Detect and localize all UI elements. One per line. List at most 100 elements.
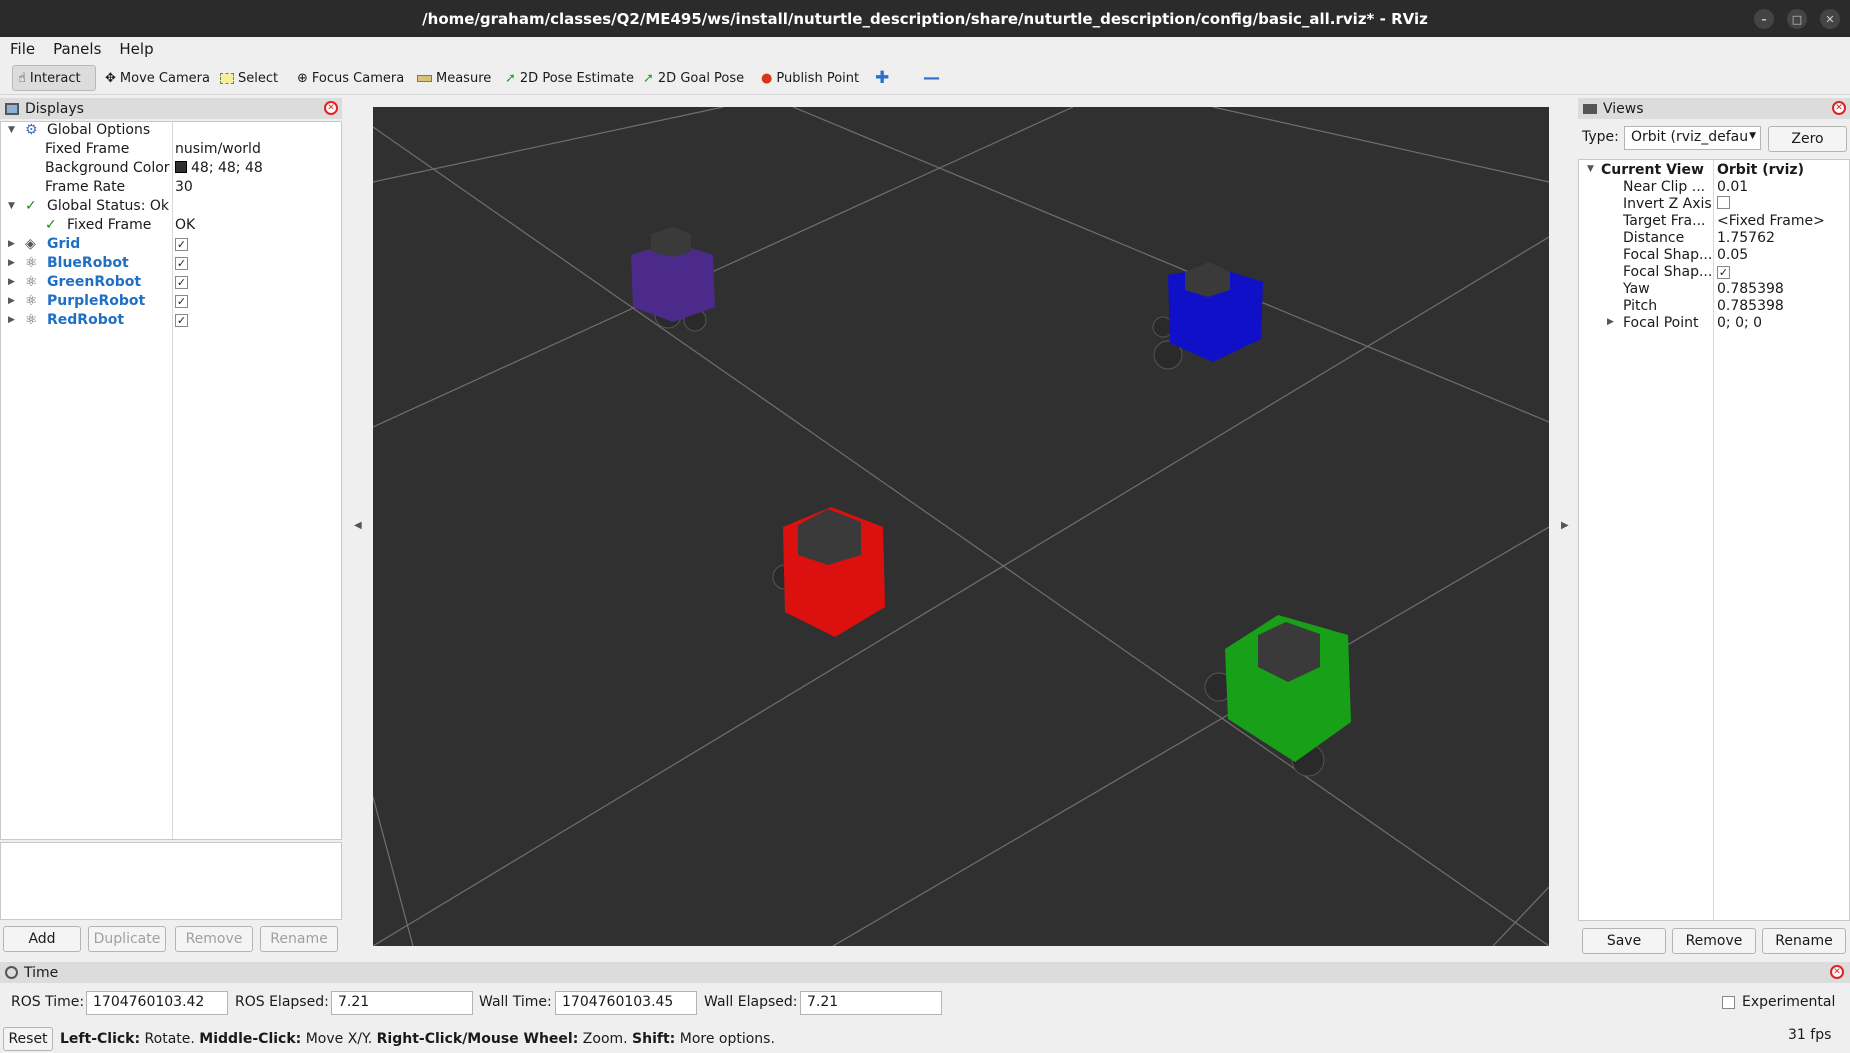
expand-right-icon[interactable]: ▶ [1607,317,1614,327]
hint-middle-click: Middle-Click: [199,1031,302,1047]
expand-down-icon[interactable]: ▼ [8,125,15,135]
move-camera-tool-button[interactable]: ✥ Move Camera [100,65,215,91]
view-prop-row[interactable]: Focal Shap... ✓ [1579,264,1849,281]
display-enabled-checkbox[interactable]: ✓ [175,274,188,290]
tree-row-global-status[interactable]: ▼ ✓ Global Status: Ok [1,198,341,217]
view-prop-value[interactable]: 0; 0; 0 [1717,315,1762,331]
expand-right-icon[interactable]: ▶ [8,315,15,325]
experimental-checkbox[interactable] [1722,996,1735,1013]
collapse-left-icon[interactable]: ◀ [354,520,362,531]
views-header: Views [1578,98,1850,119]
wall-time-field[interactable]: 1704760103.45 [555,991,697,1015]
current-view-label: Current View [1601,162,1704,178]
ros-time-field[interactable]: 1704760103.42 [86,991,228,1015]
ruler-icon [417,74,432,82]
tree-row-background-color[interactable]: Background Color 48; 48; 48 [1,160,341,179]
background-color-value[interactable]: 48; 48; 48 [175,160,263,176]
3d-viewport[interactable] [372,106,1550,947]
expand-down-icon[interactable]: ▼ [8,201,15,211]
close-window-icon[interactable]: ✕ [1820,9,1840,29]
tree-row-global-options[interactable]: ▼ ⚙ Global Options [1,122,341,141]
expand-right-icon[interactable]: ▶ [8,258,15,268]
reset-button[interactable]: Reset [3,1027,53,1051]
view-prop-label: Focal Point [1623,315,1699,331]
expand-right-icon[interactable]: ▶ [8,277,15,287]
frame-rate-value[interactable]: 30 [175,179,193,195]
maximize-icon[interactable]: □ [1787,9,1807,29]
fixed-frame-value[interactable]: nusim/world [175,141,261,157]
add-display-button[interactable]: Add [3,926,81,952]
expand-down-icon[interactable]: ▼ [1587,164,1594,174]
ros-elapsed-field[interactable]: 7.21 [331,991,473,1015]
grid-lines [372,106,1550,947]
view-prop-row[interactable]: Near Clip ... 0.01 [1579,179,1849,196]
goal-pose-tool-button[interactable]: ➚ 2D Goal Pose [638,65,749,91]
ros-elapsed-label: ROS Elapsed: [235,994,329,1010]
add-tool-icon[interactable]: ✚ [870,65,894,91]
display-enabled-checkbox[interactable]: ✓ [175,236,188,252]
view-prop-row[interactable]: Invert Z Axis [1579,196,1849,213]
clock-icon [5,966,18,979]
rename-view-button[interactable]: Rename [1762,928,1846,954]
display-item-redrobot[interactable]: ▶ ⚛ RedRobot ✓ [1,312,341,331]
view-prop-row[interactable]: Target Fra... <Fixed Frame> [1579,213,1849,230]
view-prop-value[interactable]: 0.01 [1717,179,1748,195]
view-prop-row[interactable]: ▶ Focal Point 0; 0; 0 [1579,315,1849,332]
collapse-right-icon[interactable]: ▶ [1561,520,1569,531]
display-item-grid[interactable]: ▶ ◈ Grid ✓ [1,236,341,255]
select-tool-button[interactable]: Select [215,65,283,91]
view-prop-value[interactable]: 0.785398 [1717,281,1784,297]
pose-estimate-tool-button[interactable]: ➚ 2D Pose Estimate [500,65,639,91]
view-prop-row[interactable]: Pitch 0.785398 [1579,298,1849,315]
invert-z-checkbox[interactable] [1717,196,1730,213]
display-item-bluerobot[interactable]: ▶ ⚛ BlueRobot ✓ [1,255,341,274]
menu-panels[interactable]: Panels [53,40,101,58]
display-enabled-checkbox[interactable]: ✓ [175,312,188,328]
view-type-label: Type: [1582,129,1619,145]
save-view-button[interactable]: Save [1582,928,1666,954]
view-prop-row[interactable]: Yaw 0.785398 [1579,281,1849,298]
view-prop-value[interactable]: 0.05 [1717,247,1748,263]
close-displays-icon[interactable]: ✕ [324,101,338,115]
display-item-label: PurpleRobot [47,293,146,309]
close-views-icon[interactable]: ✕ [1832,101,1846,115]
interact-tool-button[interactable]: ☝ Interact [12,65,96,91]
focal-shape-checkbox[interactable]: ✓ [1717,264,1730,280]
duplicate-display-button[interactable]: Duplicate [88,926,166,952]
ros-time-label: ROS Time: [11,994,85,1010]
current-view-row[interactable]: ▼ Current View Orbit (rviz) [1579,162,1849,179]
display-item-purplerobot[interactable]: ▶ ⚛ PurpleRobot ✓ [1,293,341,312]
display-enabled-checkbox[interactable]: ✓ [175,293,188,309]
menu-help[interactable]: Help [119,40,153,58]
checkmark-icon: ✓ [1717,266,1730,279]
close-time-icon[interactable]: ✕ [1830,965,1844,979]
view-prop-value[interactable]: <Fixed Frame> [1717,213,1825,229]
checkmark-icon: ✓ [175,314,188,327]
measure-tool-button[interactable]: Measure [412,65,496,91]
display-item-label: BlueRobot [47,255,129,271]
rename-display-button[interactable]: Rename [260,926,338,952]
publish-point-tool-button[interactable]: ● Publish Point [756,65,864,91]
display-enabled-checkbox[interactable]: ✓ [175,255,188,271]
view-prop-row[interactable]: Distance 1.75762 [1579,230,1849,247]
minimize-icon[interactable]: – [1754,9,1774,29]
remove-tool-icon[interactable]: — [918,65,945,91]
tree-row-status-fixed-frame[interactable]: ✓ Fixed Frame OK [1,217,341,236]
experimental-label: Experimental [1742,994,1836,1010]
view-prop-row[interactable]: Focal Shap... 0.05 [1579,247,1849,264]
display-item-greenrobot[interactable]: ▶ ⚛ GreenRobot ✓ [1,274,341,293]
focus-camera-tool-button[interactable]: ⊕ Focus Camera [292,65,409,91]
wall-elapsed-field[interactable]: 7.21 [800,991,942,1015]
tree-row-frame-rate[interactable]: Frame Rate 30 [1,179,341,198]
menu-file[interactable]: File [10,40,35,58]
expand-right-icon[interactable]: ▶ [8,239,15,249]
view-prop-value[interactable]: 1.75762 [1717,230,1775,246]
zero-view-button[interactable]: Zero [1768,126,1847,152]
remove-view-button[interactable]: Remove [1672,928,1756,954]
view-type-select[interactable]: Orbit (rviz_defau ▼ [1624,126,1761,150]
time-panel-header: Time ✕ [0,962,1850,983]
tree-row-fixed-frame[interactable]: Fixed Frame nusim/world [1,141,341,160]
expand-right-icon[interactable]: ▶ [8,296,15,306]
remove-display-button[interactable]: Remove [175,926,253,952]
view-prop-value[interactable]: 0.785398 [1717,298,1784,314]
